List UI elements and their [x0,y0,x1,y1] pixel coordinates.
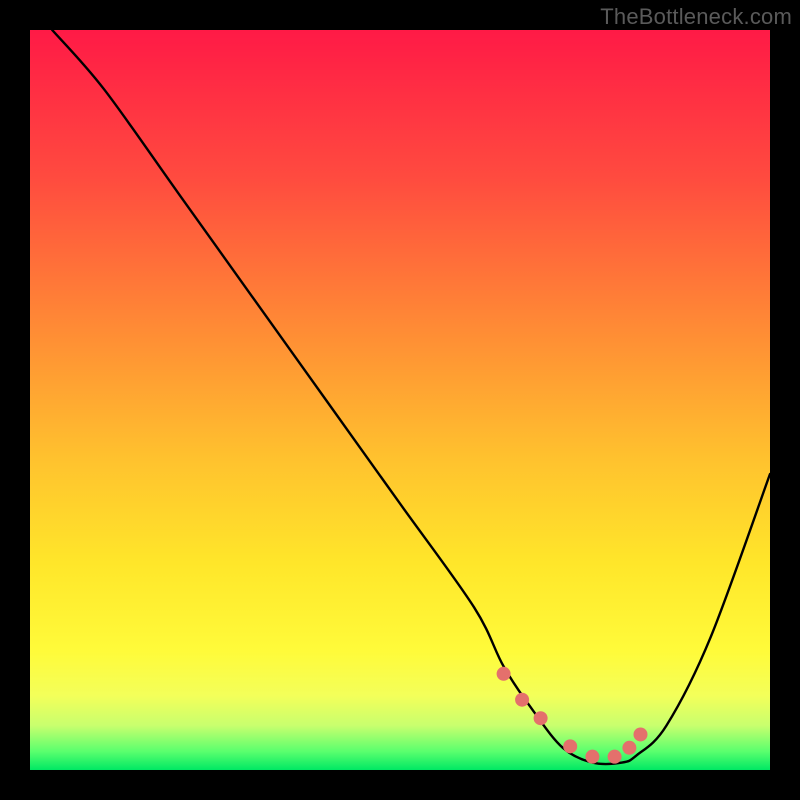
highlight-dot [534,711,548,725]
highlight-dot [515,693,529,707]
watermark-text: TheBottleneck.com [600,4,792,30]
highlight-dot [634,727,648,741]
chart-container: TheBottleneck.com [0,0,800,800]
highlight-dot [563,739,577,753]
highlight-dot [622,741,636,755]
bottleneck-chart [30,30,770,770]
highlight-dot [585,750,599,764]
highlight-dot [497,667,511,681]
highlight-dot [608,750,622,764]
